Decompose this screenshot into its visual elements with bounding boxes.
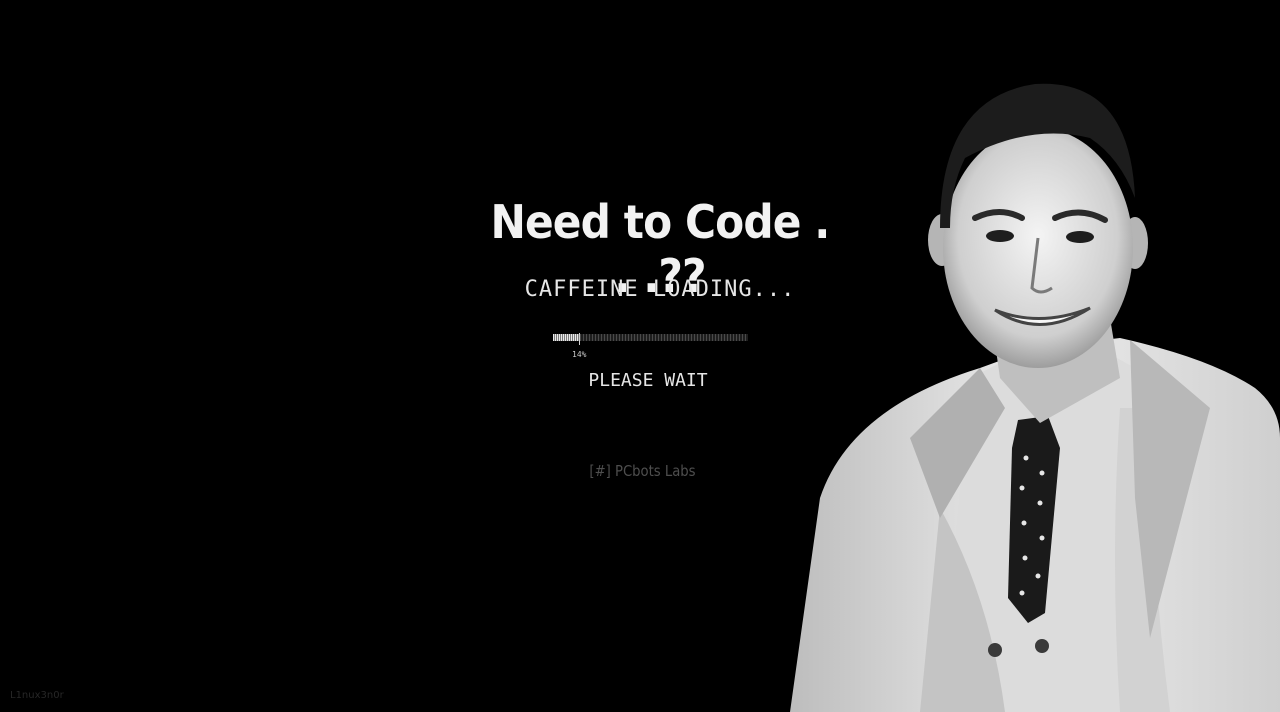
progress-track	[553, 334, 748, 341]
progress-bar	[553, 333, 748, 345]
loading-screen: Need to Code . . .?? CAFFEINE LOADING...…	[0, 0, 1280, 712]
progress-fill	[553, 334, 581, 341]
progress-percent-label: 14%	[572, 350, 587, 359]
brand-label: [#] PCbots Labs	[589, 462, 696, 480]
progress-marker	[579, 333, 581, 345]
please-wait-text: PLEASE WAIT	[588, 370, 708, 391]
credit-label: L1nux3n0r	[10, 690, 64, 701]
portrait-photo	[790, 83, 1280, 712]
button	[1035, 639, 1049, 653]
button	[988, 643, 1002, 657]
